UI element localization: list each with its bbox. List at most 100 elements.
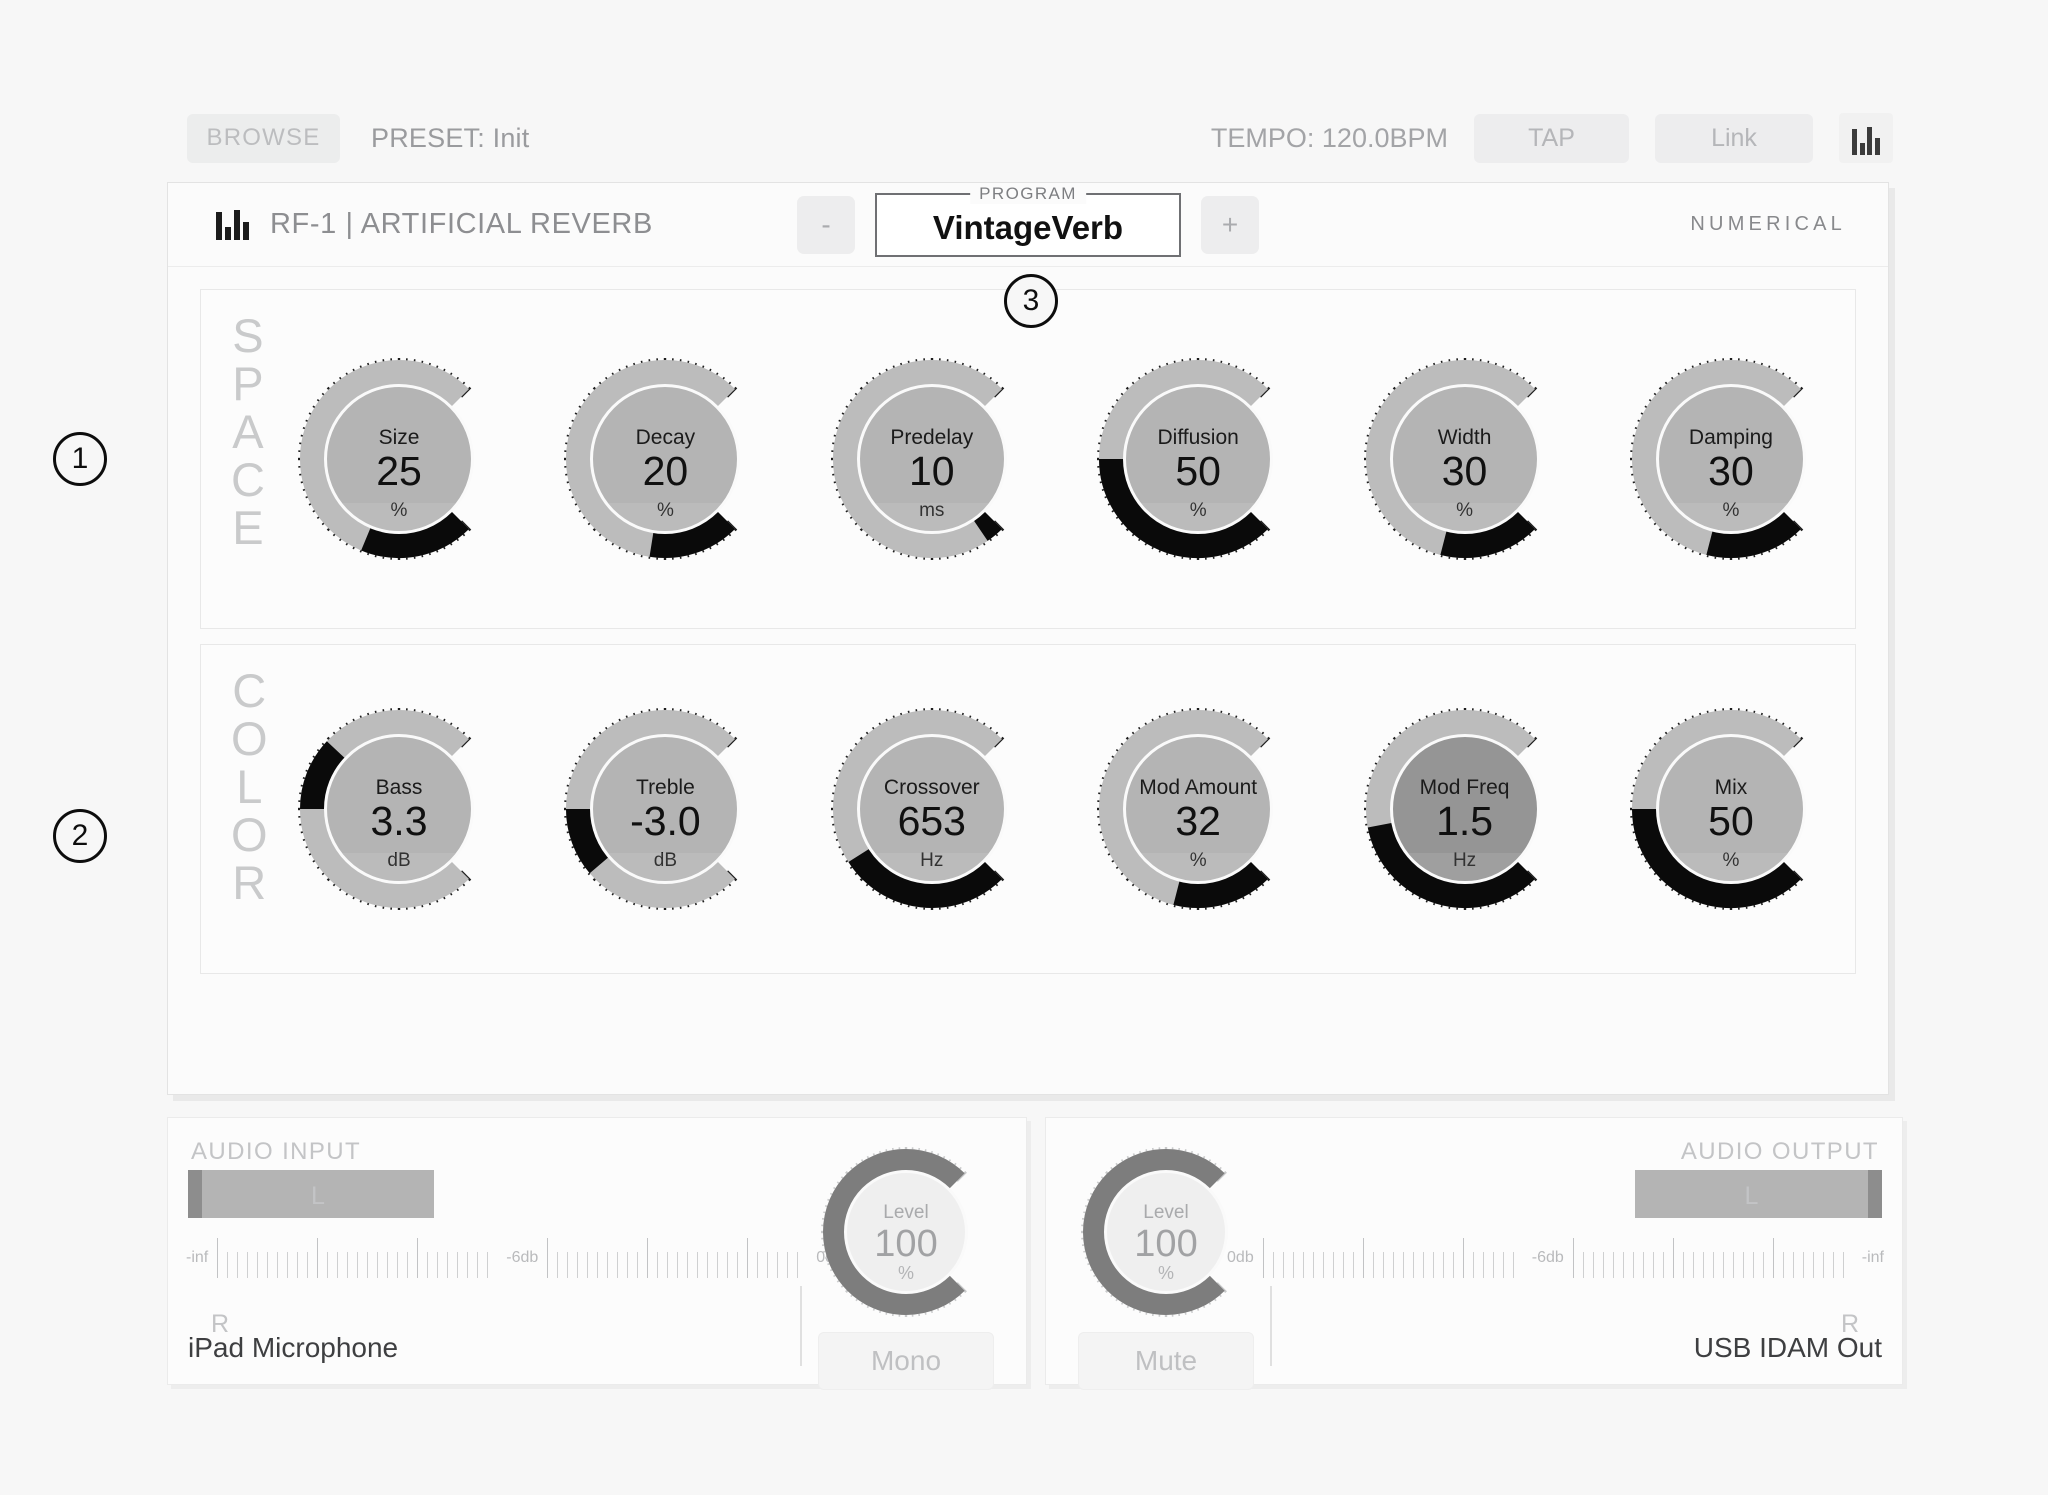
meter-tick xyxy=(567,1252,569,1278)
knob-unit: % xyxy=(1722,850,1740,871)
level-knob-value: 100 xyxy=(1134,1222,1198,1265)
meter-tick xyxy=(757,1252,759,1278)
meter-tick xyxy=(247,1252,249,1278)
meter-tick xyxy=(467,1252,469,1278)
knob-face: Crossover 653 Hz xyxy=(856,734,1007,884)
audio-input-panel: AUDIO INPUT L -inf -6db 0db R iPad Micro… xyxy=(167,1117,1027,1390)
knob-damping[interactable]: Damping 30 % xyxy=(1629,357,1833,561)
input-device-name[interactable]: iPad Microphone xyxy=(188,1332,398,1364)
host-toolbar-right: TEMPO: 120.0BPM TAP Link xyxy=(1211,113,1893,163)
level-knob-unit: % xyxy=(1157,1263,1174,1283)
output-level-knob[interactable]: Level 100 % xyxy=(1080,1146,1252,1318)
input-level-group: Level 100 % Mono xyxy=(806,1146,1006,1390)
meter-tick xyxy=(627,1252,629,1278)
meter-tick xyxy=(637,1252,639,1278)
input-divider xyxy=(800,1286,802,1366)
knob-value: -3.0 xyxy=(630,798,701,844)
knob-mod-amount[interactable]: Mod Amount 32 % xyxy=(1096,707,1300,911)
meter-tick xyxy=(347,1252,349,1278)
bar-chart-icon[interactable] xyxy=(1839,113,1893,163)
knob-label: Mix xyxy=(1714,776,1748,799)
program-value: VintageVerb xyxy=(932,209,1124,246)
input-scale-ticks-low xyxy=(217,1238,497,1278)
meter-tick xyxy=(1672,1238,1674,1278)
meter-tick xyxy=(1782,1252,1784,1278)
meter-tick xyxy=(587,1252,589,1278)
knob-diffusion[interactable]: Diffusion 50 % xyxy=(1096,357,1300,561)
program-next-button[interactable]: + xyxy=(1201,195,1259,254)
meter-tick xyxy=(577,1252,579,1278)
meter-tick xyxy=(1812,1252,1814,1278)
output-device-name[interactable]: USB IDAM Out xyxy=(1694,1332,1882,1364)
input-meter-peak xyxy=(188,1170,202,1218)
meter-tick xyxy=(1452,1252,1454,1278)
knob-bass[interactable]: Bass 3.3 dB xyxy=(297,707,501,911)
section-letter: O xyxy=(231,711,268,765)
knob-label: Decay xyxy=(635,426,696,449)
input-level-knob[interactable]: Level 100 % xyxy=(820,1146,992,1318)
meter-tick xyxy=(307,1252,309,1278)
meter-tick xyxy=(1492,1252,1494,1278)
meter-tick xyxy=(1282,1252,1284,1278)
preset-label: PRESET: Init xyxy=(371,122,530,153)
link-button[interactable]: Link xyxy=(1655,113,1813,163)
meter-tick xyxy=(1792,1252,1794,1278)
meter-tick xyxy=(1822,1252,1824,1278)
knob-unit: Hz xyxy=(1452,850,1477,871)
brand-label: NUMERICAL xyxy=(1690,213,1846,235)
knob-width[interactable]: Width 30 % xyxy=(1363,357,1567,561)
meter-tick xyxy=(457,1252,459,1278)
knob-face: Mix 50 % xyxy=(1655,734,1806,884)
meter-tick xyxy=(1702,1252,1704,1278)
knob-unit: % xyxy=(1722,500,1740,521)
mute-button[interactable]: Mute xyxy=(1078,1332,1254,1390)
knob-mix[interactable]: Mix 50 % xyxy=(1629,707,1833,911)
knob-label: Size xyxy=(378,426,420,449)
meter-tick xyxy=(1752,1252,1754,1278)
knob-value: 653 xyxy=(897,798,966,844)
knob-mod-freq[interactable]: Mod Freq 1.5 Hz xyxy=(1363,707,1567,911)
tempo-label: TEMPO: 120.0BPM xyxy=(1210,122,1448,153)
meter-tick xyxy=(777,1252,779,1278)
mono-button[interactable]: Mono xyxy=(818,1332,994,1390)
meter-tick xyxy=(1302,1252,1304,1278)
output-level-group: Level 100 % Mute xyxy=(1066,1146,1266,1390)
knob-unit: % xyxy=(1189,850,1207,871)
meter-tick xyxy=(1472,1252,1474,1278)
meter-tick xyxy=(387,1252,389,1278)
knob-value: 50 xyxy=(1708,798,1754,844)
meter-tick xyxy=(1622,1252,1624,1278)
meter-tick xyxy=(667,1252,669,1278)
section-color-knobs: Bass 3.3 dB Treble -3.0 dB Crossover 653… xyxy=(297,707,1833,911)
meter-tick xyxy=(597,1252,599,1278)
meter-tick xyxy=(1842,1252,1844,1278)
meter-tick xyxy=(1592,1252,1594,1278)
knob-decay[interactable]: Decay 20 % xyxy=(563,357,767,561)
meter-tick xyxy=(1582,1252,1584,1278)
output-channel-left-label: L xyxy=(1744,1181,1759,1210)
browse-button[interactable]: BROWSE xyxy=(187,113,340,163)
section-letter: C xyxy=(232,664,267,717)
knob-crossover[interactable]: Crossover 653 Hz xyxy=(830,707,1034,911)
meter-tick xyxy=(357,1252,359,1278)
meter-tick xyxy=(1762,1252,1764,1278)
knob-predelay[interactable]: Predelay 10 ms xyxy=(830,357,1034,561)
knob-label: Treble xyxy=(636,776,695,799)
section-space: SPACE Size 25 % Decay 20 % Predelay 10 m… xyxy=(200,289,1856,629)
knob-size[interactable]: Size 25 % xyxy=(297,357,501,561)
knob-treble[interactable]: Treble -3.0 dB xyxy=(563,707,767,911)
meter-tick xyxy=(557,1252,559,1278)
meter-tick xyxy=(1802,1252,1804,1278)
program-prev-button[interactable]: - xyxy=(797,195,855,254)
program-field[interactable]: PROGRAM VintageVerb xyxy=(875,183,1181,257)
section-letter: A xyxy=(232,404,264,458)
audio-output-panel: AUDIO OUTPUT L 0db -6db -inf R USB IDAM … xyxy=(1045,1117,1903,1390)
output-meter-peak xyxy=(1868,1170,1882,1218)
knob-label: Diffusion xyxy=(1157,426,1239,449)
knob-value: 3.3 xyxy=(370,798,428,844)
tap-button[interactable]: TAP xyxy=(1474,113,1629,163)
meter-tick xyxy=(377,1252,379,1278)
section-space-knobs: Size 25 % Decay 20 % Predelay 10 ms Diff… xyxy=(297,357,1833,561)
knob-value: 1.5 xyxy=(1436,798,1494,844)
plugin-header: RF-1 | ARTIFICIAL REVERB - PROGRAM Vinta… xyxy=(168,183,1888,267)
